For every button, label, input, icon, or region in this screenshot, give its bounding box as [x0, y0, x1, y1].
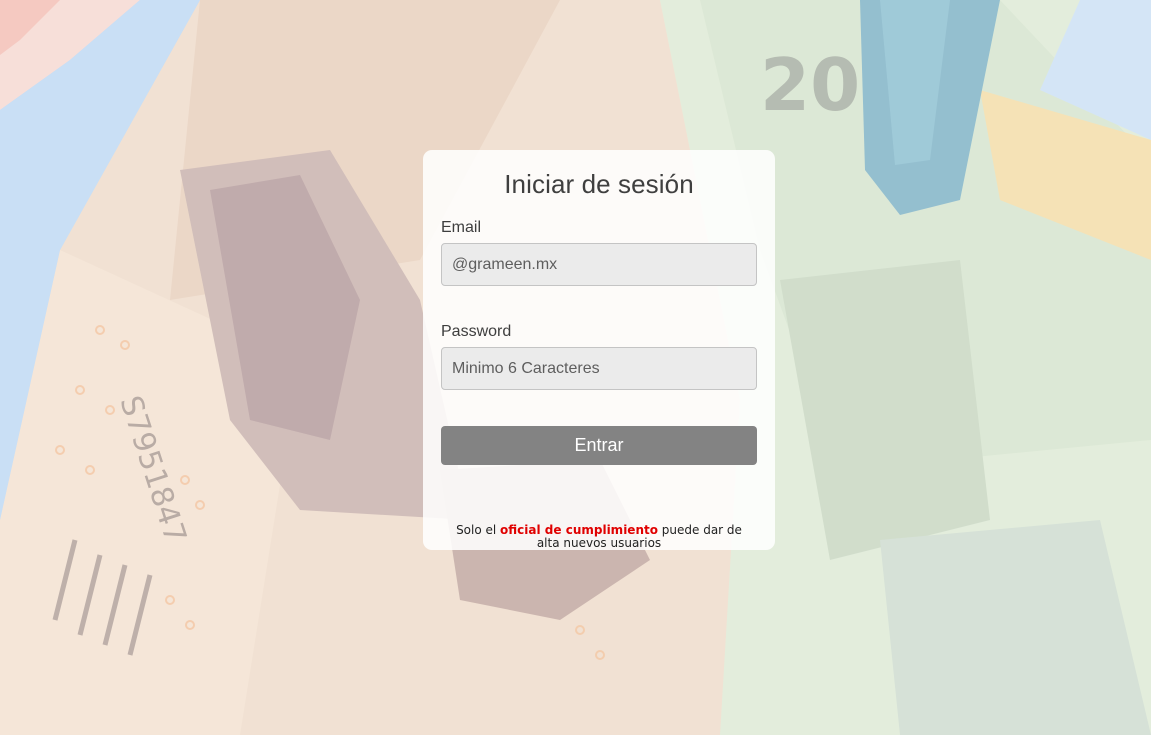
- submit-button[interactable]: Entrar: [441, 426, 757, 465]
- note-prefix: Solo el: [456, 523, 501, 537]
- note-highlight: oficial de cumplimiento: [500, 523, 658, 537]
- page-title: Iniciar de sesión: [504, 169, 694, 199]
- email-label: Email: [441, 219, 482, 236]
- signup-note: Solo el oficial de cumplimiento puede da…: [453, 524, 745, 550]
- login-card: Iniciar de sesión Email Password Entrar …: [423, 150, 775, 550]
- email-input[interactable]: [441, 243, 757, 286]
- password-label: Password: [441, 323, 512, 340]
- password-input[interactable]: [441, 347, 757, 390]
